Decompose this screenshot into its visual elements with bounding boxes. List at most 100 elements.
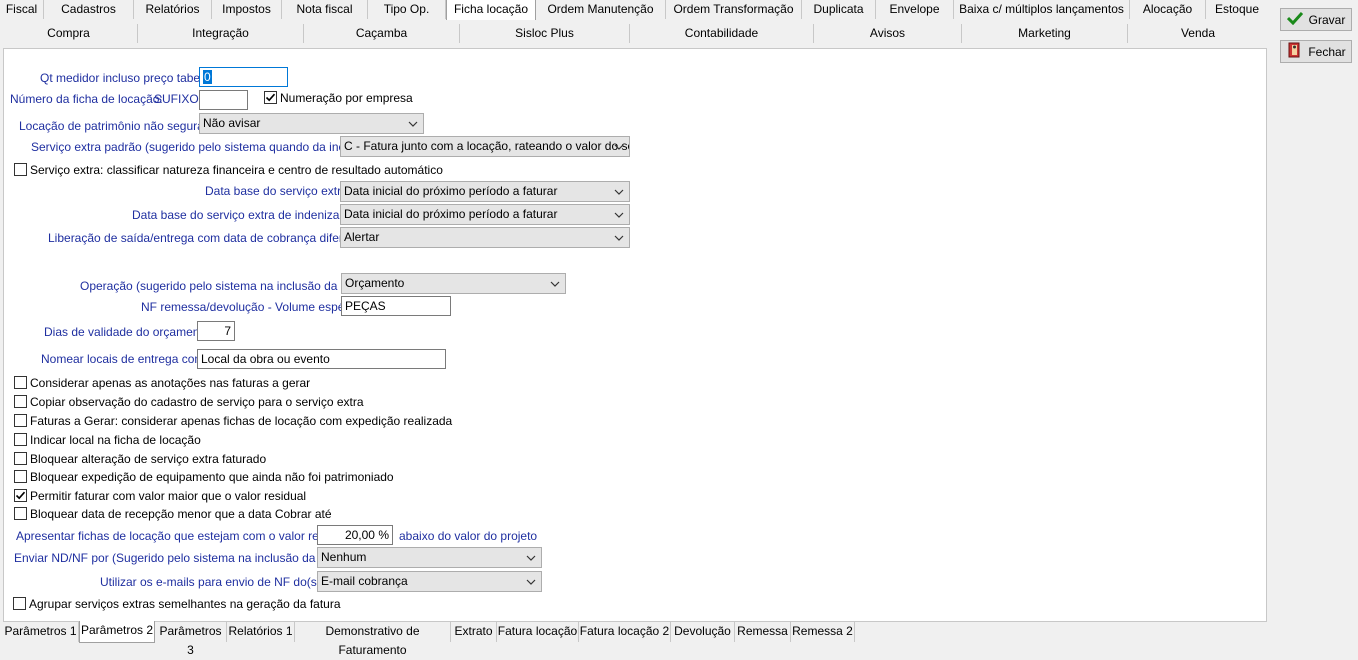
enviar-nd-select[interactable]: Nenhum: [317, 547, 542, 568]
tab-parametros-2[interactable]: Parâmetros 2: [79, 621, 155, 643]
chevron-down-icon: [407, 114, 419, 133]
tab-alocacao[interactable]: Alocação: [1130, 0, 1206, 19]
tab-contabilidade[interactable]: Contabilidade: [630, 24, 814, 43]
tab-marketing[interactable]: Marketing: [962, 24, 1128, 43]
tab-impostos[interactable]: Impostos: [212, 0, 282, 19]
check-copiar-observacao-label: Copiar observação do cadastro de serviço…: [30, 395, 364, 409]
qt-medidor-input[interactable]: 0: [199, 67, 288, 87]
agrupar-servicos-checkbox[interactable]: [13, 597, 26, 610]
chevron-down-icon: [613, 205, 625, 224]
tab-baixa-multiplos[interactable]: Baixa c/ múltiplos lançamentos: [954, 0, 1130, 19]
data-base-indenizacao-select[interactable]: Data inicial do próximo período a fatura…: [340, 204, 630, 225]
data-base-servico-label: Data base do serviço extra: [205, 184, 348, 198]
tab-fatura-locacao[interactable]: Fatura locação: [497, 622, 579, 642]
bottom-tabs: Parâmetros 1 Parâmetros 2 Parâmetros 3 R…: [3, 621, 863, 657]
check-permitir-faturar-label: Permitir faturar com valor maior que o v…: [30, 489, 307, 503]
servico-extra-padrao-value: C - Fatura junto com a locação, rateando…: [344, 139, 630, 153]
tab-duplicata[interactable]: Duplicata: [802, 0, 876, 19]
operacao-label: Operação (sugerido pelo sistema na inclu…: [80, 279, 371, 293]
tab-ficha-locacao[interactable]: Ficha locação: [446, 0, 536, 20]
tab-venda[interactable]: Venda: [1128, 24, 1268, 43]
chevron-down-icon: [613, 228, 625, 247]
nomear-locais-label: Nomear locais de entrega como:: [41, 352, 215, 366]
check-faturas-a-gerar[interactable]: [14, 414, 27, 427]
classificar-natureza-label: Serviço extra: classificar natureza fina…: [30, 163, 443, 177]
abaixo-valor-label: abaixo do valor do projeto: [399, 529, 538, 543]
data-base-indenizacao-label: Data base do serviço extra de indenizaçã…: [132, 208, 359, 222]
locacao-patrimonio-select[interactable]: Não avisar: [199, 113, 424, 134]
tab-tipo-op[interactable]: Tipo Op.: [368, 0, 446, 19]
nomear-locais-input[interactable]: Local da obra ou evento: [197, 349, 446, 369]
apresentar-fichas-label: Apresentar fichas de locação que estejam…: [16, 529, 351, 543]
numeracao-empresa-label: Numeração por empresa: [280, 91, 413, 105]
tab-nota-fiscal[interactable]: Nota fiscal: [282, 0, 368, 19]
dias-validade-input[interactable]: 7: [197, 321, 235, 341]
liberacao-saida-select[interactable]: Alertar: [340, 227, 630, 248]
tab-remessa-2[interactable]: Remessa 2: [791, 622, 855, 642]
tab-compra[interactable]: Compra: [0, 24, 138, 43]
check-copiar-observacao[interactable]: [14, 395, 27, 408]
tab-remessa[interactable]: Remessa: [735, 622, 791, 642]
tab-ordem-transformacao[interactable]: Ordem Transformação: [666, 0, 802, 19]
chevron-down-icon: [525, 572, 537, 591]
servico-extra-padrao-select[interactable]: C - Fatura junto com a locação, rateando…: [340, 136, 630, 157]
numeracao-empresa-checkbox[interactable]: [264, 91, 277, 104]
tab-devolucao[interactable]: Devolução: [671, 622, 735, 642]
check-faturas-a-gerar-label: Faturas a Gerar: considerar apenas ficha…: [30, 414, 453, 428]
data-base-servico-value: Data inicial do próximo período a fatura…: [344, 184, 558, 198]
chevron-down-icon: [549, 274, 561, 293]
operacao-select[interactable]: Orçamento: [341, 273, 566, 294]
sufixo-label: SUFIXO:: [154, 92, 203, 106]
check-permitir-faturar[interactable]: [14, 489, 27, 502]
data-base-servico-select[interactable]: Data inicial do próximo período a fatura…: [340, 181, 630, 202]
check-bloquear-alteracao[interactable]: [14, 452, 27, 465]
utilizar-emails-value: E-mail cobrança: [321, 574, 408, 588]
tab-fiscal[interactable]: Fiscal: [0, 0, 44, 19]
tab-avisos[interactable]: Avisos: [814, 24, 962, 43]
locacao-patrimonio-value: Não avisar: [203, 116, 261, 130]
check-considerar-anotacoes[interactable]: [14, 376, 27, 389]
data-base-indenizacao-value: Data inicial do próximo período a fatura…: [344, 207, 558, 221]
top-tabs-row-1: Fiscal Cadastros Relatórios Impostos Not…: [0, 0, 1270, 20]
checkmark-icon: [1286, 11, 1303, 28]
classificar-natureza-checkbox[interactable]: [14, 163, 27, 176]
utilizar-emails-select[interactable]: E-mail cobrança: [317, 571, 542, 592]
tab-parametros-1[interactable]: Parâmetros 1: [3, 622, 79, 642]
tab-fatura-locacao-2[interactable]: Fatura locação 2: [579, 622, 671, 642]
apresentar-fichas-input[interactable]: 20,00 %: [317, 525, 393, 545]
tab-cacamba[interactable]: Caçamba: [304, 24, 460, 43]
chevron-down-icon: [613, 137, 625, 156]
tab-integracao[interactable]: Integração: [138, 24, 304, 43]
numero-ficha-label: Número da ficha de locação:: [10, 92, 163, 106]
check-bloquear-expedicao-label: Bloquear expedição de equipamento que ai…: [30, 470, 394, 484]
nf-remessa-label: NF remessa/devolução - Volume espécie: [141, 300, 360, 314]
operacao-value: Orçamento: [345, 276, 405, 290]
tab-estoque[interactable]: Estoque: [1206, 0, 1268, 19]
tab-cadastros[interactable]: Cadastros: [44, 0, 134, 19]
check-bloquear-alteracao-label: Bloquear alteração de serviço extra fatu…: [30, 452, 267, 466]
check-indicar-local[interactable]: [14, 433, 27, 446]
liberacao-saida-value: Alertar: [344, 230, 380, 244]
save-button[interactable]: Gravar: [1280, 8, 1352, 31]
nf-remessa-input[interactable]: PEÇAS: [341, 296, 451, 316]
chevron-down-icon: [525, 548, 537, 567]
tab-extrato[interactable]: Extrato: [451, 622, 497, 642]
tab-parametros-3[interactable]: Parâmetros 3: [155, 622, 227, 657]
check-bloquear-data-recepcao[interactable]: [14, 507, 27, 520]
tab-sisloc-plus[interactable]: Sisloc Plus: [460, 24, 630, 43]
tab-envelope[interactable]: Envelope: [876, 0, 954, 19]
close-button-label: Fechar: [1308, 44, 1346, 59]
chevron-down-icon: [613, 182, 625, 201]
check-bloquear-data-recepcao-label: Bloquear data de recepção menor que a da…: [30, 507, 332, 521]
check-bloquear-expedicao[interactable]: [14, 470, 27, 483]
tab-ordem-manutencao[interactable]: Ordem Manutenção: [536, 0, 666, 19]
tab-demonstrativo-faturamento[interactable]: Demonstrativo de Faturamento: [295, 622, 451, 657]
sufixo-input[interactable]: [199, 90, 248, 110]
tab-relatorios[interactable]: Relatórios: [134, 0, 212, 19]
qt-medidor-value: 0: [203, 70, 212, 84]
tab-relatorios-1[interactable]: Relatórios 1: [227, 622, 295, 642]
close-button[interactable]: Fechar: [1280, 40, 1352, 63]
enviar-nd-label: Enviar ND/NF por (Sugerido pelo sistema …: [14, 551, 345, 565]
dias-validade-label: Dias de validade do orçamento: [44, 325, 210, 339]
utilizar-emails-label: Utilizar os e-mails para envio de NF do(…: [100, 575, 321, 589]
